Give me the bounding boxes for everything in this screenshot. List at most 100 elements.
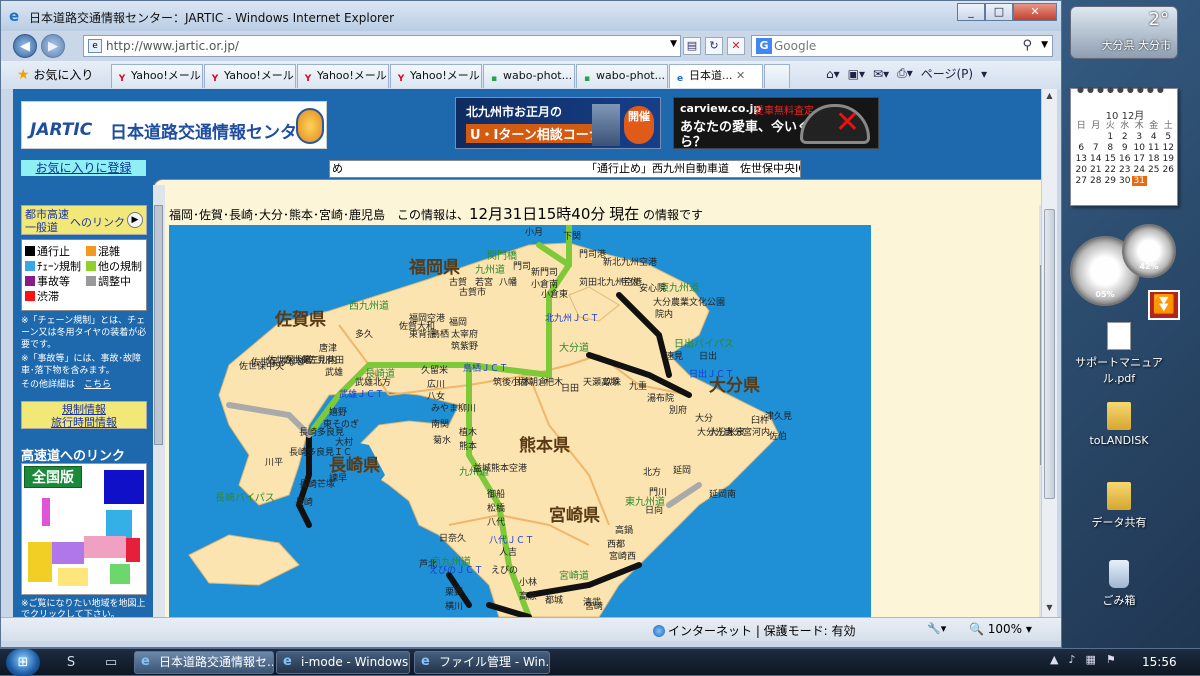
region-chubu[interactable]: [84, 536, 126, 558]
page-menu[interactable]: ページ(P): [921, 65, 973, 82]
close-tab-icon[interactable]: ✕: [733, 69, 745, 82]
compat-view-icon[interactable]: ▤: [683, 37, 701, 55]
mail-icon[interactable]: ✉▾: [873, 67, 889, 81]
tab-4[interactable]: ▪ wabo-phot...: [483, 64, 575, 88]
refresh-icon[interactable]: ↻: [705, 37, 723, 55]
kisei-link-button[interactable]: 規制情報 旅行時間情報: [21, 401, 147, 429]
forward-button[interactable]: ▶: [41, 34, 65, 58]
calendar-date[interactable]: 9: [1118, 143, 1133, 153]
nation-label[interactable]: 全国版: [24, 466, 82, 488]
region-kinki[interactable]: [52, 542, 84, 564]
zoom-control[interactable]: 🔍 100% ▾: [969, 622, 1032, 636]
network-icon[interactable]: ▦: [1086, 653, 1096, 666]
chevron-down-icon[interactable]: ▼: [1041, 40, 1048, 50]
calendar-date[interactable]: 13: [1074, 154, 1089, 164]
new-tab-button[interactable]: [764, 64, 790, 88]
calendar-date[interactable]: 2: [1118, 132, 1133, 142]
calendar-date[interactable]: 5: [1161, 132, 1176, 142]
tab-6[interactable]: e 日本道... ✕: [669, 64, 763, 88]
calendar-date[interactable]: 7: [1089, 143, 1104, 153]
map-svg[interactable]: 福岡県佐賀県長崎県大分県熊本県宮崎県九州道西九州道長崎道東九州道大分道 日出バイパ…: [169, 225, 871, 617]
clock[interactable]: 15:56: [1142, 655, 1177, 669]
favorites-button[interactable]: ★ お気に入り: [17, 66, 93, 83]
region-hokkaido[interactable]: [104, 470, 144, 504]
scroll-thumb[interactable]: [154, 205, 163, 445]
calendar-date[interactable]: 23: [1118, 165, 1133, 175]
calendar-date[interactable]: 17: [1132, 154, 1147, 164]
taskbar-item-ie[interactable]: e 日本道路交通情報セ...: [134, 651, 274, 674]
scroll-down-icon[interactable]: ▼: [1044, 603, 1055, 615]
tab-1[interactable]: Y Yahoo!メール: [204, 64, 296, 88]
download-arrow-icon[interactable]: ⏬: [1148, 290, 1180, 320]
region-kyushu[interactable]: [28, 542, 52, 582]
travel-time-link[interactable]: 旅行時間情報: [22, 416, 146, 429]
back-button[interactable]: ◀: [13, 34, 37, 58]
calendar-date[interactable]: 16: [1118, 154, 1133, 164]
calendar-date[interactable]: 3: [1132, 132, 1147, 142]
calendar-date[interactable]: 24: [1132, 165, 1147, 175]
kisei-link[interactable]: 規制情報: [22, 403, 146, 416]
calendar-date[interactable]: 1: [1103, 132, 1118, 142]
traffic-map[interactable]: 福岡県 佐賀県 長崎県 大分県 熊本県 宮崎県 九州道 西九州道 長崎道 東九州道 大分道 日出バイパ…: [169, 225, 871, 617]
ad-banner-carview[interactable]: carview.co.jp 愛車無料査定 あなたの愛車、今いくら？ ✕: [673, 97, 879, 150]
jartic-logo[interactable]: JARTIC 日本道路交通情報センター: [21, 101, 327, 149]
region-okinawa[interactable]: [110, 564, 130, 584]
flag-icon[interactable]: ⚑: [1106, 653, 1116, 666]
feeds-icon[interactable]: ▣▾: [848, 67, 865, 81]
print-icon[interactable]: ⎙▾: [897, 66, 913, 81]
calendar-date[interactable]: 11: [1147, 143, 1162, 153]
calendar-date[interactable]: 15: [1103, 154, 1118, 164]
taskbar-item-file[interactable]: e ファイル管理 - Win...: [414, 651, 550, 674]
fav-register-link[interactable]: お気に入りに登録: [21, 160, 146, 176]
region-hokuriku[interactable]: [126, 538, 140, 562]
calendar-date[interactable]: 28: [1089, 176, 1104, 186]
region-tohoku[interactable]: [42, 498, 50, 526]
desktop-icon-recycle-bin[interactable]: ごみ箱: [1074, 560, 1164, 608]
calendar-date[interactable]: 6: [1074, 143, 1089, 153]
detail-link[interactable]: こちら: [84, 380, 111, 390]
weather-gadget[interactable]: 2° 大分県 大分市: [1070, 6, 1178, 59]
calendar-date[interactable]: 27: [1074, 176, 1089, 186]
calendar-date[interactable]: 21: [1089, 165, 1104, 175]
calendar-date[interactable]: 25: [1147, 165, 1162, 175]
calendar-date[interactable]: [1074, 132, 1089, 142]
page-scrollbar[interactable]: ▲ ▼: [1041, 89, 1057, 617]
start-button[interactable]: ⊞: [6, 649, 40, 676]
skype-icon[interactable]: S: [62, 654, 80, 672]
calendar-date[interactable]: [1147, 176, 1162, 186]
tab-0[interactable]: Y Yahoo!メール: [111, 64, 203, 88]
tray-arrow-icon[interactable]: ▲: [1050, 653, 1058, 666]
chevron-down-icon[interactable]: ▼: [670, 39, 677, 49]
title-bar[interactable]: e 日本道路交通情報センター：JARTIC - Windows Internet…: [1, 1, 1061, 31]
tab-5[interactable]: ▪ wabo-phot...: [576, 64, 668, 88]
protected-mode-icon[interactable]: 🔧▾: [927, 622, 946, 635]
calendar-date[interactable]: 20: [1074, 165, 1089, 175]
calendar-date[interactable]: 14: [1089, 154, 1104, 164]
close-button[interactable]: ✕: [1013, 3, 1057, 21]
desktop-icon-data-share[interactable]: データ共有: [1074, 482, 1164, 530]
calendar-date[interactable]: 4: [1147, 132, 1162, 142]
calendar-date[interactable]: 26: [1161, 165, 1176, 175]
memory-gauge[interactable]: 42%: [1122, 224, 1176, 278]
calendar-date[interactable]: 29: [1103, 176, 1118, 186]
left-scrollbar[interactable]: [153, 185, 165, 617]
desktop-icon-pdf[interactable]: サポートマニュアル.pdf: [1074, 322, 1164, 386]
maximize-button[interactable]: □: [985, 3, 1013, 21]
region-shikoku[interactable]: [58, 568, 88, 586]
scroll-up-icon[interactable]: ▲: [1044, 91, 1055, 103]
chevron-down-icon[interactable]: ▾: [981, 67, 987, 81]
address-bar[interactable]: e http://www.jartic.or.jp/ ▼: [83, 35, 681, 57]
calendar-date[interactable]: 8: [1103, 143, 1118, 153]
volume-icon[interactable]: ♪: [1068, 653, 1075, 666]
minimize-button[interactable]: _: [957, 3, 985, 21]
home-icon[interactable]: ⌂▾: [826, 67, 840, 81]
stop-icon[interactable]: ✕: [727, 37, 745, 55]
calendar-date[interactable]: 18: [1147, 154, 1162, 164]
desktop-icon-landisk[interactable]: toLANDISK: [1074, 402, 1164, 447]
tab-2[interactable]: Y Yahoo!メール: [297, 64, 389, 88]
calendar-date[interactable]: 30: [1118, 176, 1133, 186]
calendar-gadget[interactable]: ●●●●●●●●● 10 12月 日月火水木金土 1 2 3 4 5 6 7 8 9 10 11 12 1…: [1070, 85, 1178, 206]
calendar-date[interactable]: 19: [1161, 154, 1176, 164]
explorer-icon[interactable]: ▭: [102, 654, 120, 672]
nation-map[interactable]: 全国版: [21, 463, 147, 595]
